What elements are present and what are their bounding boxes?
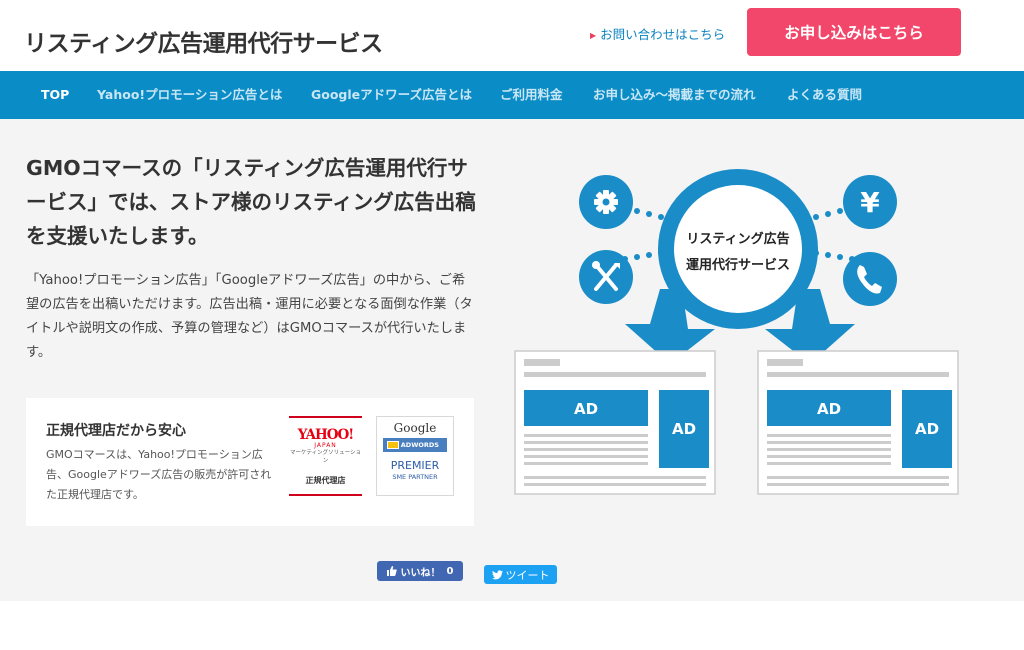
service-illustration: リスティング広告 運用代行サービス ¥ AD AD AD AD bbox=[514, 169, 959, 495]
triangle-right-icon: ▶ bbox=[590, 31, 597, 40]
gear-icon bbox=[579, 175, 633, 229]
yahoo-japan-text: JAPAN bbox=[314, 442, 337, 449]
site-title[interactable]: リスティング広告運用代行サービス bbox=[24, 24, 383, 58]
yahoo-badge-label: 正規代理店 bbox=[305, 476, 346, 485]
contact-link[interactable]: ▶ お問い合わせはこちら bbox=[590, 24, 725, 43]
hero-section: GMOコマースの「リスティング広告運用代行サービス」では、ストア様のリスティング… bbox=[0, 119, 1024, 601]
yen-icon: ¥ bbox=[843, 175, 897, 229]
ad-card-right: AD AD bbox=[757, 350, 959, 495]
site-header: リスティング広告運用代行サービス ▶ お問い合わせはこちら お申し込みはこちら bbox=[0, 0, 1024, 71]
hero-description: 「Yahoo!プロモーション広告」「Googleアドワーズ広告」の中から、ご希望… bbox=[26, 273, 473, 360]
tools-icon bbox=[579, 250, 633, 304]
yen-symbol: ¥ bbox=[860, 186, 880, 219]
tweet-button[interactable]: ツイート bbox=[484, 565, 557, 584]
premier-label: PREMIER bbox=[390, 459, 440, 472]
center-text-line2: 運用代行サービス bbox=[686, 257, 790, 273]
contact-link-label: お問い合わせはこちら bbox=[600, 27, 726, 42]
ad-card-left: AD AD bbox=[514, 350, 716, 495]
facebook-like-button[interactable]: いいね！ 0 bbox=[377, 561, 463, 581]
thumbs-up-icon bbox=[386, 566, 397, 576]
sme-partner-label: SME PARTNER bbox=[392, 473, 438, 481]
center-text-line1: リスティング広告 bbox=[686, 231, 789, 247]
ad-label: AD bbox=[574, 400, 598, 418]
certification-title: 正規代理店だから安心 bbox=[46, 423, 186, 439]
like-count: 0 bbox=[446, 565, 454, 577]
center-circle bbox=[674, 185, 802, 313]
yahoo-badge-subtitle: マーケティングソリューション bbox=[290, 450, 361, 464]
adwords-label: ADWORDS bbox=[400, 441, 439, 449]
phone-icon bbox=[843, 252, 897, 306]
apply-button[interactable]: お申し込みはこちら bbox=[747, 8, 961, 56]
main-nav: TOP Yahoo!プロモーション広告とは Googleアドワーズ広告とは ご利… bbox=[0, 71, 1024, 119]
tweet-label: ツイート bbox=[505, 568, 550, 582]
nav-item-faq[interactable]: よくある質問 bbox=[787, 71, 862, 119]
google-logo: Google bbox=[393, 421, 437, 435]
adwords-icon bbox=[387, 441, 399, 449]
nav-item-pricing[interactable]: ご利用料金 bbox=[500, 71, 563, 119]
nav-item-top[interactable]: TOP bbox=[41, 71, 69, 119]
like-label: いいね！ bbox=[400, 567, 441, 579]
google-partner-badge: Google ADWORDS PREMIER SME PARTNER bbox=[376, 416, 454, 496]
adwords-bar: ADWORDS bbox=[383, 438, 447, 452]
nav-item-google-adwords[interactable]: Googleアドワーズ広告とは bbox=[311, 71, 472, 119]
twitter-bird-icon bbox=[491, 569, 503, 579]
hero-title: GMOコマースの「リスティング広告運用代行サービス」では、ストア様のリスティング… bbox=[26, 156, 476, 248]
ad-label: AD bbox=[915, 420, 939, 438]
yahoo-agency-badge: YAHOO! JAPAN マーケティングソリューション 正規代理店 bbox=[289, 416, 362, 496]
nav-item-flow[interactable]: お申し込み〜掲載までの流れ bbox=[593, 71, 756, 119]
ad-label: AD bbox=[672, 420, 696, 438]
ad-label: AD bbox=[817, 400, 841, 418]
certification-description: GMOコマースは、Yahoo!プロモーション広告、Googleアドワーズ広告の販… bbox=[46, 448, 272, 501]
yahoo-logo: YAHOO! bbox=[297, 427, 354, 443]
nav-item-yahoo-promotion[interactable]: Yahoo!プロモーション広告とは bbox=[97, 71, 282, 119]
certification-box: 正規代理店だから安心 GMOコマースは、Yahoo!プロモーション広告、Goog… bbox=[26, 398, 474, 526]
